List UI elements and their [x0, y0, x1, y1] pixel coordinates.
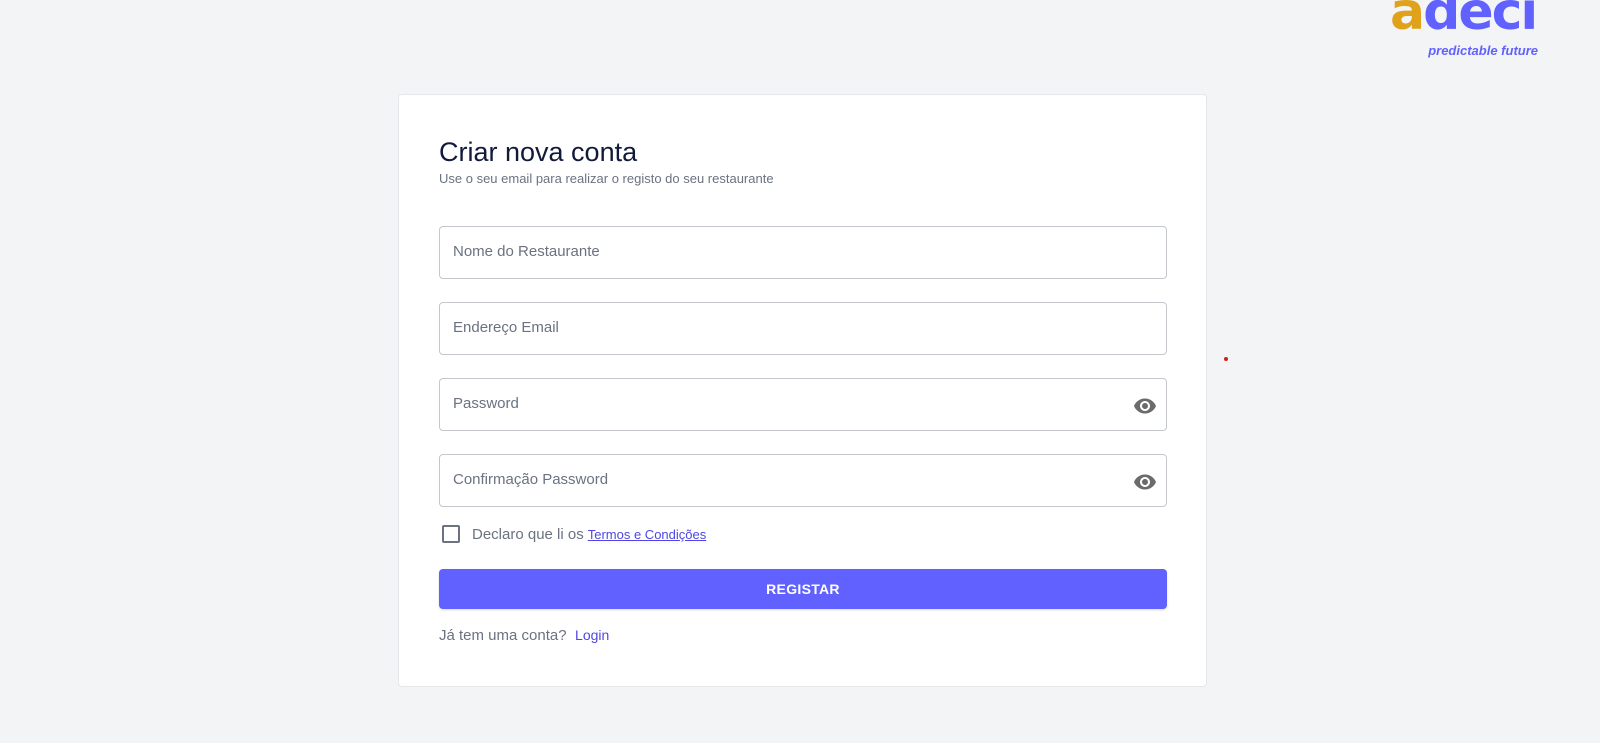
logo-tagline: predictable future [1428, 43, 1538, 58]
logo-letter-a: a [1390, 0, 1425, 42]
logo-letters-rest: deci [1423, 0, 1538, 42]
terms-row: Declaro que li os Termos e Condições [439, 525, 706, 543]
password-confirm-field [439, 454, 1167, 507]
page-subtitle: Use o seu email para realizar o registo … [439, 171, 774, 186]
email-field [439, 302, 1167, 355]
restaurant-name-field [439, 226, 1167, 279]
eye-icon[interactable] [1133, 394, 1157, 418]
red-dot [1224, 357, 1228, 361]
login-prompt: Já tem uma conta? [439, 627, 567, 644]
email-input[interactable] [440, 303, 1166, 354]
page-title: Criar nova conta [439, 137, 638, 167]
password-confirm-input[interactable] [440, 455, 1166, 506]
password-input[interactable] [440, 379, 1166, 430]
terms-label: Declaro que li os [472, 525, 584, 543]
brand-logo: adeci predictable future [1390, 0, 1540, 62]
login-link[interactable]: Login [575, 627, 609, 643]
restaurant-name-input[interactable] [440, 227, 1166, 278]
terms-link[interactable]: Termos e Condições [588, 527, 707, 542]
register-button[interactable]: REGISTAR [439, 569, 1167, 609]
terms-checkbox[interactable] [442, 525, 460, 543]
password-field [439, 378, 1167, 431]
eye-icon[interactable] [1133, 470, 1157, 494]
login-row: Já tem uma conta? Login [439, 627, 609, 645]
logo-wordmark: adeci [1390, 0, 1538, 38]
register-card: Criar nova conta Use o seu email para re… [398, 94, 1207, 687]
